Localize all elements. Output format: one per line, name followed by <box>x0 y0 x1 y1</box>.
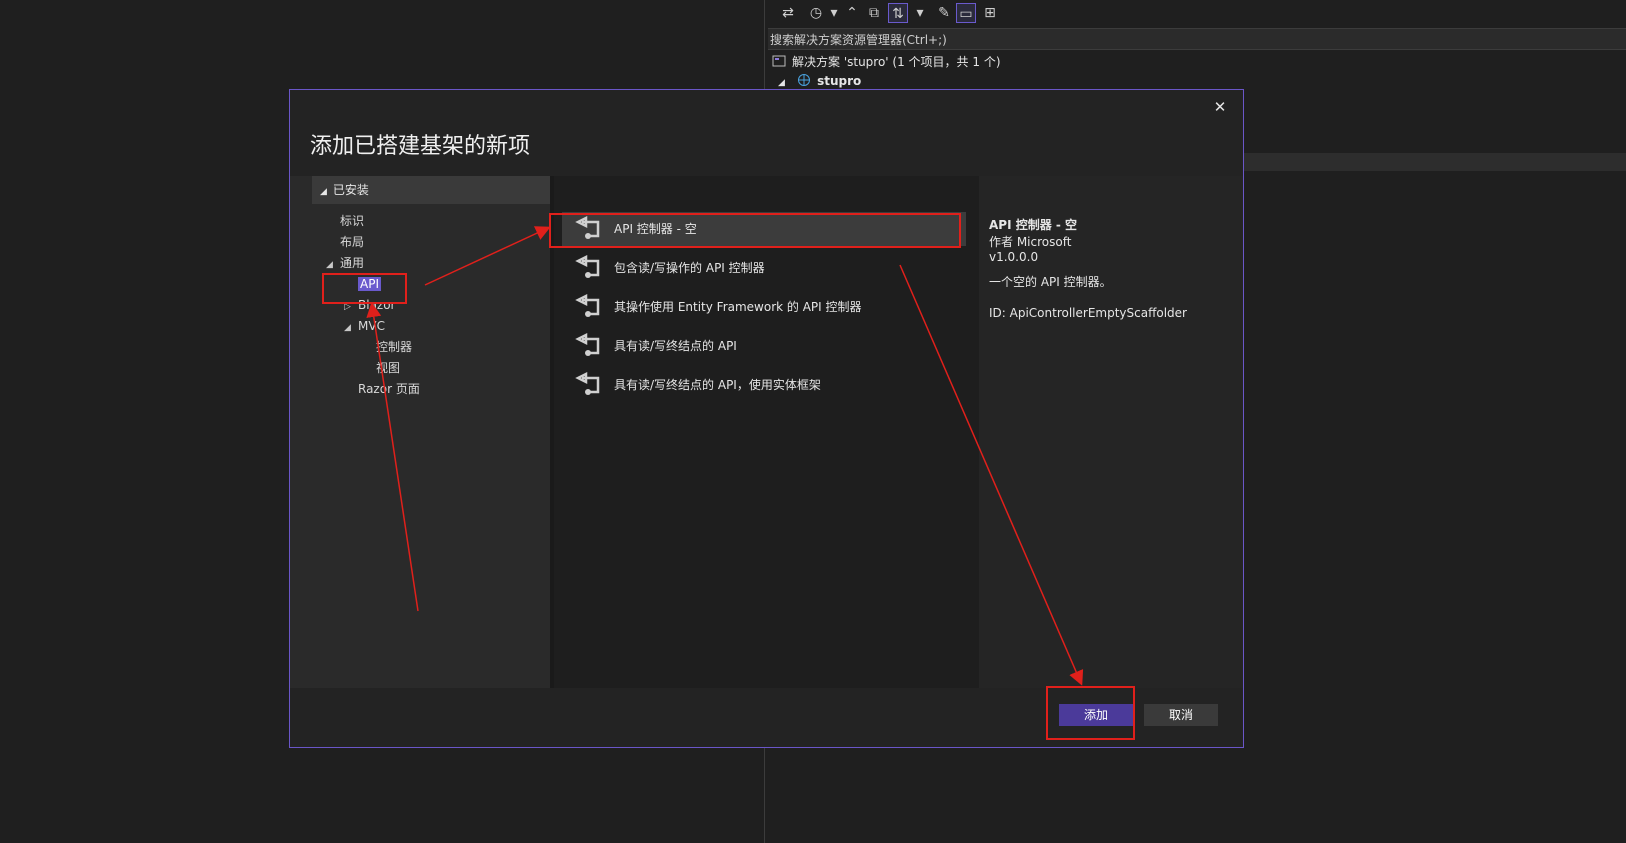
tree-item-common[interactable]: ◢ 通用 <box>326 254 364 272</box>
detail-author: 作者 Microsoft <box>989 235 1072 249</box>
switch-views-icon[interactable]: ⇄ <box>778 3 798 23</box>
tree-item-label: 布局 <box>340 235 365 249</box>
scaffold-controller-icon <box>575 372 600 395</box>
dropdown-arrow-icon[interactable]: ▾ <box>910 3 930 23</box>
properties-wrench-icon[interactable]: ✎ <box>934 3 954 23</box>
close-icon[interactable]: ✕ <box>1211 98 1229 116</box>
template-list: API 控制器 - 空 包含读/写操作的 API 控制器 其操作使用 Entit… <box>554 176 979 688</box>
template-item[interactable]: 包含读/写操作的 API 控制器 <box>562 251 966 285</box>
template-label: 具有读/写终结点的 API <box>614 339 737 353</box>
add-button[interactable]: 添加 <box>1059 704 1133 726</box>
template-item[interactable]: 具有读/写终结点的 API <box>562 329 966 363</box>
tree-item-api[interactable]: API <box>358 275 381 293</box>
collapse-all-icon[interactable]: ⌃ <box>842 3 862 23</box>
project-node[interactable]: ◢ stupro <box>778 72 861 90</box>
properties-header-strip <box>1242 153 1626 171</box>
web-project-icon <box>798 74 811 86</box>
expanded-arrow-icon[interactable]: ◢ <box>326 256 340 274</box>
template-details: API 控制器 - 空 作者 Microsoft v1.0.0.0 一个空的 A… <box>979 176 1243 688</box>
tree-item-layout[interactable]: 布局 <box>340 233 364 251</box>
tree-item-mvc[interactable]: ◢ MVC <box>344 317 385 335</box>
tree-item-controller[interactable]: 控制器 <box>376 338 412 356</box>
solution-icon <box>772 55 786 67</box>
installed-header[interactable]: ◢ 已安装 <box>312 176 550 204</box>
detail-id: ID: ApiControllerEmptyScaffolder <box>989 306 1187 320</box>
expanded-arrow-icon[interactable]: ◢ <box>344 319 358 337</box>
solution-label: 解决方案 'stupro' (1 个项目，共 1 个) <box>792 55 1001 69</box>
tree-item-label: 视图 <box>376 361 401 375</box>
detail-version: v1.0.0.0 <box>989 250 1039 264</box>
scaffold-controller-icon <box>575 216 600 239</box>
tree-item-label: 标识 <box>340 214 365 228</box>
cancel-button[interactable]: 取消 <box>1144 704 1218 726</box>
tree-item-label: API <box>358 277 381 291</box>
template-label: 具有读/写终结点的 API，使用实体框架 <box>614 378 821 392</box>
expand-arrow-icon[interactable]: ◢ <box>778 78 785 88</box>
tree-item-label: MVC <box>358 319 385 333</box>
template-label: 包含读/写操作的 API 控制器 <box>614 261 765 275</box>
solution-explorer-toolbar: ⇄ ◷ ▾ ⌃ ⧉ ⇅ ▾ ✎ ▭ ⊞ <box>766 0 1626 26</box>
project-label: stupro <box>817 74 862 88</box>
collapsed-arrow-icon[interactable]: ▷ <box>344 298 358 316</box>
detail-description: 一个空的 API 控制器。 <box>989 275 1112 289</box>
tree-item-razor-pages[interactable]: Razor 页面 <box>358 380 420 398</box>
installed-label: 已安装 <box>332 183 369 197</box>
template-label: API 控制器 - 空 <box>614 222 697 236</box>
solution-explorer-search[interactable]: 搜索解决方案资源管理器(Ctrl+;) <box>768 28 1626 50</box>
preview-selected-icon[interactable]: ▭ <box>956 3 976 23</box>
scaffold-controller-icon <box>575 294 600 317</box>
tree-item-label: 控制器 <box>376 340 413 354</box>
dropdown-arrow-icon[interactable]: ▾ <box>824 3 844 23</box>
tree-item-label: 通用 <box>340 256 365 270</box>
class-view-icon[interactable]: ⊞ <box>980 3 1000 23</box>
tree-item-label: Razor 页面 <box>358 382 420 396</box>
template-item[interactable]: API 控制器 - 空 <box>562 212 966 246</box>
scaffold-controller-icon <box>575 333 600 356</box>
sync-active-document-icon[interactable]: ⇅ <box>888 3 908 23</box>
collapse-arrow-icon: ◢ <box>320 187 327 197</box>
history-icon[interactable]: ◷ <box>806 3 826 23</box>
detail-name: API 控制器 - 空 <box>989 218 1078 232</box>
category-tree: ◢ 已安装 标识 布局 ◢ 通用 API ▷ Blazor ◢ MVC 控制器 视图 R… <box>290 176 554 688</box>
tree-item-identity[interactable]: 标识 <box>340 212 364 230</box>
copy-icon[interactable]: ⧉ <box>864 3 884 23</box>
tree-item-blazor[interactable]: ▷ Blazor <box>344 296 396 314</box>
tree-item-label: Blazor <box>358 298 396 312</box>
dialog-panels: ◢ 已安装 标识 布局 ◢ 通用 API ▷ Blazor ◢ MVC 控制器 视图 R… <box>290 176 1243 688</box>
dialog-title: 添加已搭建基架的新项 <box>310 134 531 159</box>
tree-item-view[interactable]: 视图 <box>376 359 400 377</box>
template-label: 其操作使用 Entity Framework 的 API 控制器 <box>614 300 862 314</box>
template-item[interactable]: 其操作使用 Entity Framework 的 API 控制器 <box>562 290 966 324</box>
add-scaffold-dialog: ✕ 添加已搭建基架的新项 ◢ 已安装 标识 布局 ◢ 通用 API ▷ Blazor … <box>289 89 1244 748</box>
scaffold-controller-icon <box>575 255 600 278</box>
template-item[interactable]: 具有读/写终结点的 API，使用实体框架 <box>562 368 966 402</box>
solution-node[interactable]: 解决方案 'stupro' (1 个项目，共 1 个) <box>772 53 1001 71</box>
